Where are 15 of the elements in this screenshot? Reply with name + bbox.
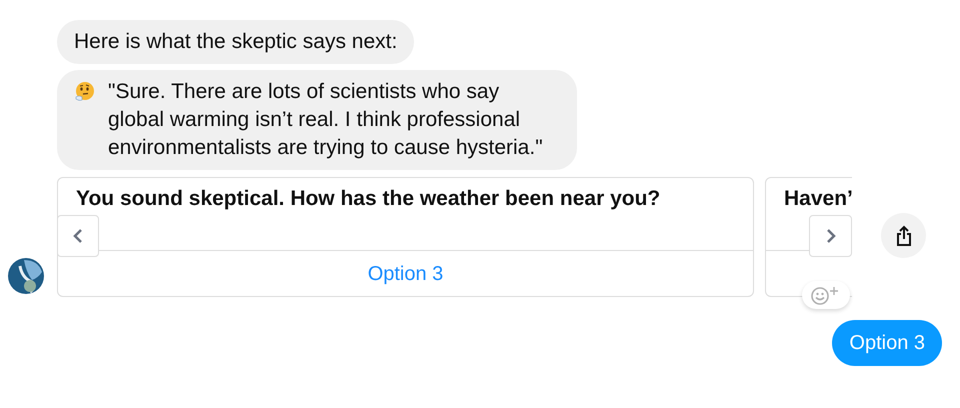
share-icon — [894, 224, 912, 246]
option-button[interactable]: Option 3 — [368, 258, 444, 288]
chevron-right-icon — [826, 228, 836, 244]
thinking-face-icon — [74, 81, 96, 103]
message-bubble: Here is what the skeptic says next: — [57, 20, 414, 64]
previous-button[interactable] — [57, 215, 99, 257]
reply-bubble: Option 3 — [832, 320, 942, 366]
add-reaction-button[interactable] — [802, 281, 850, 309]
message-text: "Sure. There are lots of scientists who say global warming isn’t real. I think professional environmentalists are trying to cause hysteria." — [108, 79, 544, 161]
chevron-left-icon — [73, 228, 83, 244]
next-button[interactable] — [809, 215, 852, 257]
share-button[interactable] — [881, 213, 926, 258]
card-title: Haven’ — [784, 187, 852, 210]
card-title: You sound skeptical. How has the weather been near you? — [76, 187, 660, 210]
avatar-logo-icon — [8, 258, 44, 294]
